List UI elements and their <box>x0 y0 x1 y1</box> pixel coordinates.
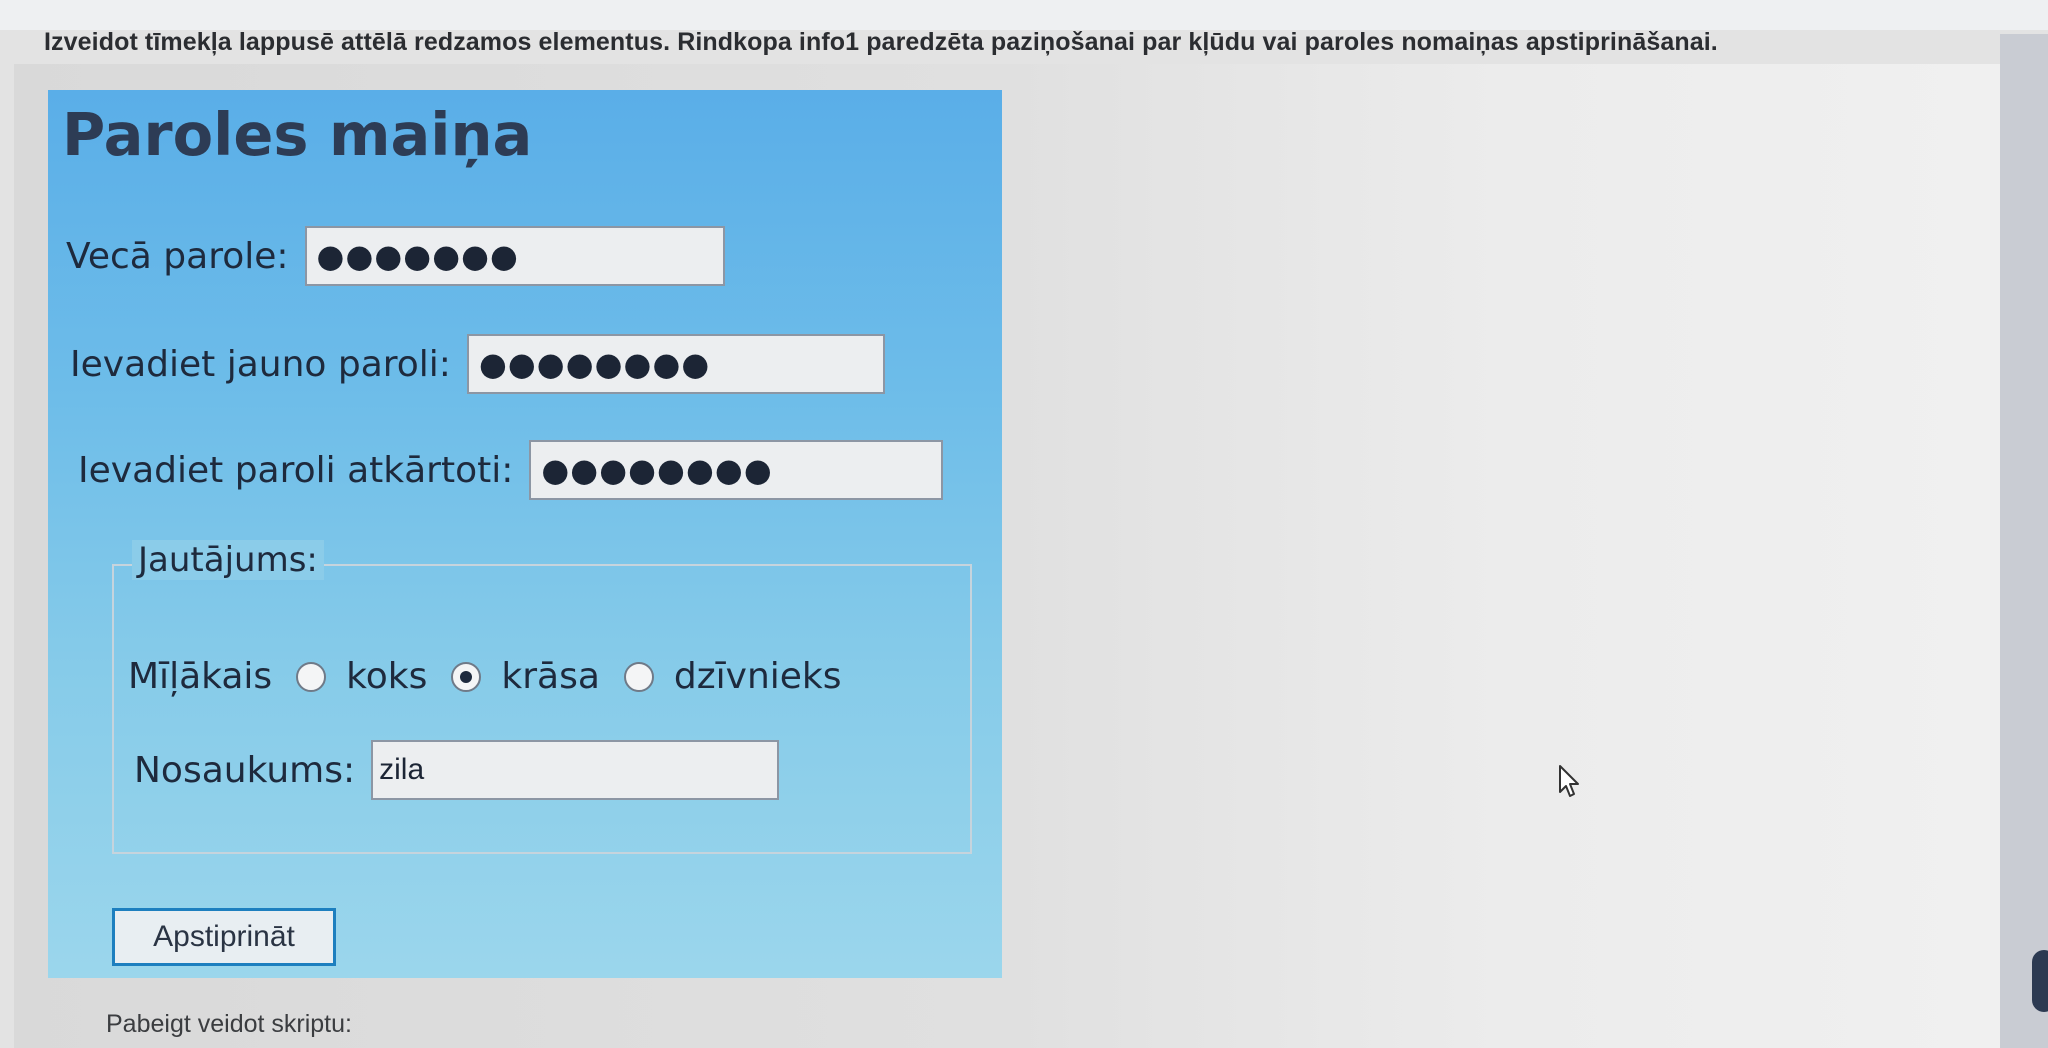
favorite-radio-group: Mīļākais koks krāsa dzīvnieks <box>128 656 842 697</box>
footer-text: Pabeigt veidot skriptu: <box>106 1010 352 1038</box>
mouse-cursor-icon <box>1559 765 1579 797</box>
scroll-handle[interactable] <box>2032 950 2048 1012</box>
new-password-row: Ievadiet jauno paroli: ●●●●●●●● <box>70 334 885 394</box>
repeat-password-row: Ievadiet paroli atkārtoti: ●●●●●●●● <box>78 440 944 500</box>
radio-dzivnieks[interactable] <box>623 661 654 692</box>
radio-label-koks: koks <box>346 656 428 697</box>
old-password-label: Vecā parole: <box>66 235 289 277</box>
form-title: Paroles maiņa <box>62 100 533 169</box>
old-password-row: Vecā parole: ●●●●●●● <box>66 226 725 286</box>
new-password-input[interactable]: ●●●●●●●● <box>466 334 885 394</box>
old-password-input[interactable]: ●●●●●●● <box>304 226 725 286</box>
radio-label-dzivnieks: dzīvnieks <box>673 656 842 697</box>
repeat-password-label: Ievadiet paroli atkārtoti: <box>78 449 514 491</box>
instruction-text: Izveidot tīmekļa lappusē attēlā redzamos… <box>44 28 1718 56</box>
new-password-label: Ievadiet jauno paroli: <box>70 343 451 385</box>
confirm-button[interactable]: Apstiprināt <box>112 908 336 966</box>
favorite-prompt: Mīļākais <box>128 656 273 697</box>
top-strip <box>0 0 2048 30</box>
name-label: Nosaukums: <box>134 749 356 791</box>
name-row: Nosaukums: zila <box>134 740 780 800</box>
question-fieldset: Jautājums: Mīļākais koks krāsa dzīvnieks… <box>112 540 972 854</box>
right-margin <box>2000 34 2048 1048</box>
name-input[interactable]: zila <box>371 740 780 800</box>
radio-label-krasa: krāsa <box>501 656 600 697</box>
radio-krasa[interactable] <box>451 661 482 692</box>
question-legend: Jautājums: <box>132 540 324 580</box>
radio-koks[interactable] <box>296 661 327 692</box>
repeat-password-input[interactable]: ●●●●●●●● <box>529 440 944 500</box>
